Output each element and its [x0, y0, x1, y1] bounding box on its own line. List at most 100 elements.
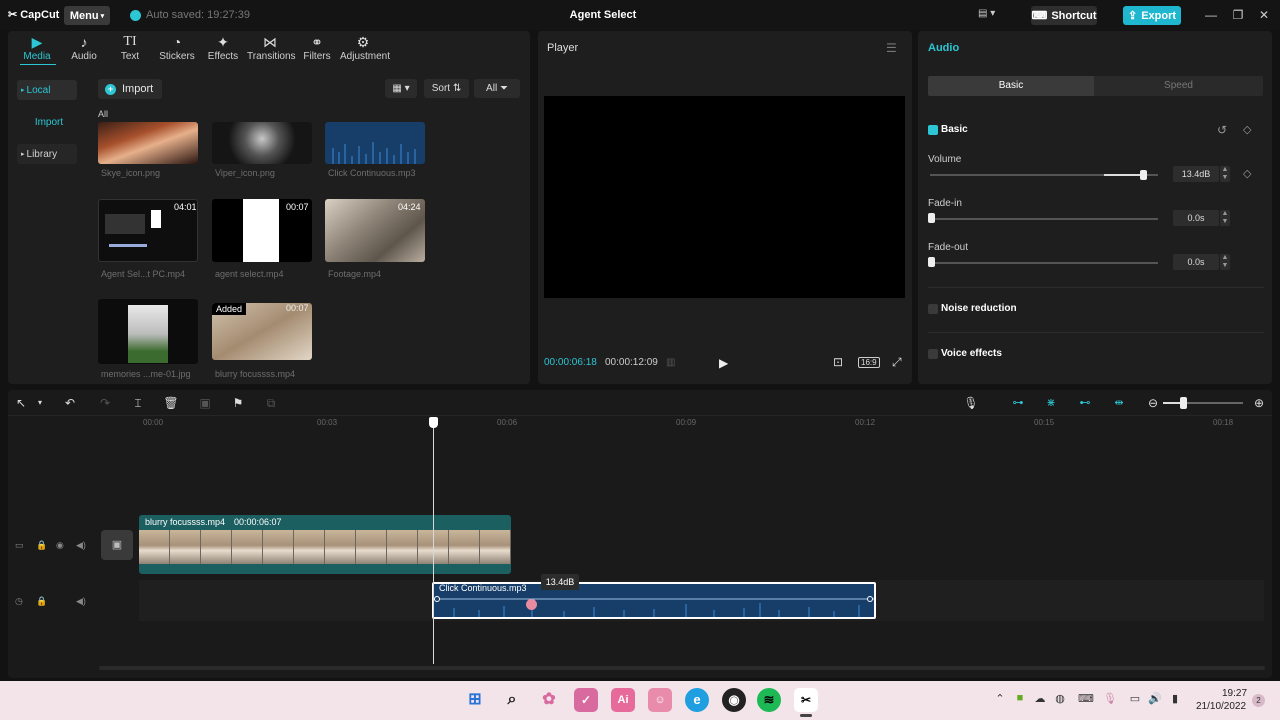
edge-icon[interactable]: e	[685, 688, 709, 712]
marker-flag-icon[interactable]: ⚑	[230, 395, 246, 411]
tab-adjustment[interactable]: ⚙ Adjustment	[340, 33, 390, 65]
notification-badge[interactable]: 2	[1252, 694, 1265, 707]
app-icon[interactable]: ✿	[537, 688, 561, 712]
fadein-stepper[interactable]: ▲ ▼	[1220, 210, 1230, 226]
media-thumb[interactable]	[212, 122, 312, 164]
play-icon[interactable]: ▶	[719, 356, 728, 370]
linkage-icon[interactable]: ⊷	[1075, 396, 1095, 410]
timeline-grid-icon[interactable]: ▥	[666, 357, 675, 368]
shortcut-button[interactable]: ⌨ Shortcut	[1031, 6, 1097, 25]
tab-media[interactable]: ▶ Media	[14, 33, 60, 65]
volume-stepper[interactable]: ▲ ▼	[1220, 166, 1230, 182]
maximize-icon[interactable]: ❐	[1230, 7, 1246, 23]
minimize-icon[interactable]: —	[1203, 7, 1219, 23]
fadein-slider-knob[interactable]	[928, 213, 935, 223]
tab-effects[interactable]: ✦ Effects	[200, 33, 246, 65]
media-thumb[interactable]	[98, 299, 198, 364]
fade-in-handle[interactable]	[434, 596, 440, 602]
speaker-icon[interactable]: ◀)	[76, 540, 86, 551]
zoom-in-icon[interactable]: ⊕	[1251, 395, 1267, 411]
filter-button[interactable]: All ⏷	[474, 79, 520, 98]
crop-icon[interactable]: ⧉	[263, 395, 279, 411]
fullscreen-icon[interactable]: ⤢	[892, 355, 902, 370]
view-toggle-button[interactable]: ▦ ▾	[385, 79, 417, 98]
clock-date[interactable]: 21/10/2022	[1196, 701, 1246, 712]
app-icon[interactable]: ✓	[574, 688, 598, 712]
layout-icon[interactable]: ▤ ▾	[978, 8, 1002, 22]
capcut-icon[interactable]: ✂	[794, 688, 818, 712]
playhead-handle[interactable]	[429, 417, 438, 428]
obs-icon[interactable]: ◉	[722, 688, 746, 712]
tab-stickers[interactable]: ◔ Stickers	[154, 33, 200, 65]
tab-audio[interactable]: ♪ Audio	[61, 33, 107, 65]
fadein-slider[interactable]	[930, 218, 1158, 220]
display-icon[interactable]: ▭	[1128, 692, 1142, 705]
media-thumb-audio[interactable]	[325, 122, 425, 164]
fadeout-slider[interactable]	[930, 262, 1158, 264]
select-cursor-icon[interactable]: ↖	[13, 395, 29, 411]
sort-button[interactable]: Sort ⇅	[424, 79, 469, 98]
speaker-icon[interactable]: ◀)	[76, 596, 86, 607]
freeze-icon[interactable]: ▣	[197, 395, 213, 411]
windows-start-icon[interactable]: ⊞	[463, 688, 487, 712]
app-tray-icon[interactable]: ◍	[1053, 692, 1067, 705]
export-button[interactable]: ⇪ Export	[1123, 6, 1181, 25]
hamburger-icon[interactable]: ☰	[886, 41, 897, 55]
microphone-icon[interactable]: 🎙	[963, 395, 979, 411]
import-button[interactable]: + Import	[98, 79, 162, 99]
track-video-icon[interactable]: ▭	[15, 540, 24, 551]
nvidia-icon[interactable]: ■	[1013, 692, 1027, 704]
track-audio-icon[interactable]: ◷	[15, 596, 23, 607]
voice-effects-checkbox[interactable]	[928, 349, 938, 359]
ai-icon[interactable]: Ai	[611, 688, 635, 712]
sidebar-item-local[interactable]: ▸ Local	[17, 80, 77, 100]
search-icon[interactable]: ⌕	[500, 688, 524, 712]
volume-slider-knob[interactable]	[1140, 170, 1148, 180]
tab-speed[interactable]: Speed	[1094, 76, 1263, 96]
video-preview[interactable]	[544, 96, 905, 298]
cover-button[interactable]: ▣	[101, 530, 133, 560]
fadeout-value[interactable]: 0.0s	[1173, 254, 1219, 270]
chevron-up-icon[interactable]: ⌃	[993, 692, 1007, 705]
auto-snap-icon[interactable]: ⋇	[1041, 396, 1061, 410]
noise-reduction-checkbox[interactable]	[928, 304, 938, 314]
close-icon[interactable]: ✕	[1256, 7, 1272, 23]
volume-value[interactable]: 13.4dB	[1173, 166, 1219, 182]
media-thumb[interactable]	[98, 122, 198, 164]
volume-icon[interactable]: 🔊	[1148, 692, 1162, 705]
sidebar-item-import[interactable]: Import	[17, 112, 77, 132]
project-title[interactable]: Agent Select	[540, 9, 666, 21]
fadein-value[interactable]: 0.0s	[1173, 210, 1219, 226]
tab-text[interactable]: TI Text	[107, 33, 153, 65]
delete-icon[interactable]: 🗑	[163, 395, 179, 411]
eye-icon[interactable]: ◉	[56, 540, 64, 551]
menu-button[interactable]: Menu ▾	[64, 6, 110, 25]
chevron-down-icon[interactable]: ▾	[32, 395, 48, 411]
snapshot-icon[interactable]: ⊡	[833, 355, 843, 369]
sidebar-item-library[interactable]: ▸ Library	[17, 144, 77, 164]
battery-icon[interactable]: ▮	[1168, 692, 1182, 705]
reset-icon[interactable]: ↺	[1217, 123, 1227, 137]
microphone-icon[interactable]: 🎙	[1103, 692, 1117, 705]
link-main-track-icon[interactable]: ⊶	[1008, 396, 1028, 410]
split-icon[interactable]: ⌶	[130, 395, 146, 411]
keyboard-icon[interactable]: ⌨	[1078, 692, 1094, 705]
lock-icon[interactable]: 🔒	[36, 540, 47, 551]
discord-icon[interactable]: ☺	[648, 688, 672, 712]
undo-icon[interactable]: ↶	[62, 395, 78, 411]
keyframe-icon[interactable]: ◇	[1243, 167, 1251, 180]
fade-out-handle[interactable]	[867, 596, 873, 602]
redo-icon[interactable]: ↷	[97, 395, 113, 411]
timeline-scrollbar[interactable]	[99, 666, 1265, 670]
tab-basic[interactable]: Basic	[928, 76, 1094, 96]
lock-icon[interactable]: 🔒	[36, 596, 47, 607]
spotify-icon[interactable]: ≋	[757, 688, 781, 712]
zoom-out-icon[interactable]: ⊖	[1145, 395, 1161, 411]
fadeout-stepper[interactable]: ▲ ▼	[1220, 254, 1230, 270]
zoom-slider-knob[interactable]	[1180, 397, 1187, 409]
preview-axis-icon[interactable]: ⇹	[1109, 396, 1129, 410]
basic-checkbox[interactable]	[928, 125, 938, 135]
fadeout-slider-knob[interactable]	[928, 257, 935, 267]
tab-filters[interactable]: ⚭ Filters	[294, 33, 340, 65]
cloud-icon[interactable]: ☁	[1033, 692, 1047, 705]
